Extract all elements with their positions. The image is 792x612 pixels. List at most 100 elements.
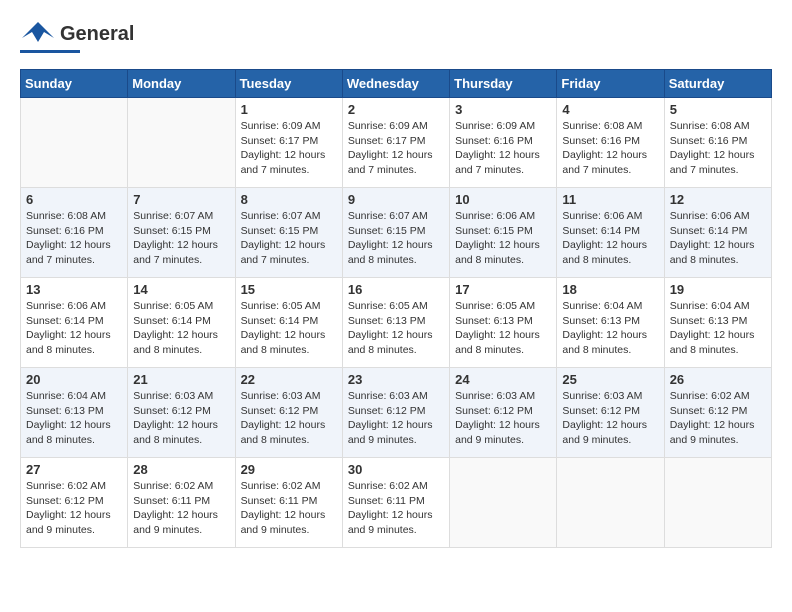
day-detail: Sunrise: 6:08 AM Sunset: 6:16 PM Dayligh… [562, 119, 658, 178]
day-detail: Sunrise: 6:05 AM Sunset: 6:13 PM Dayligh… [348, 299, 444, 358]
calendar-cell: 7 Sunrise: 6:07 AM Sunset: 6:15 PM Daylig… [128, 188, 235, 278]
weekday-header-sunday: Sunday [21, 70, 128, 98]
day-number: 19 [670, 282, 766, 297]
calendar-cell: 13 Sunrise: 6:06 AM Sunset: 6:14 PM Dayli… [21, 278, 128, 368]
day-number: 21 [133, 372, 229, 387]
calendar-cell: 15 Sunrise: 6:05 AM Sunset: 6:14 PM Dayli… [235, 278, 342, 368]
day-detail: Sunrise: 6:06 AM Sunset: 6:14 PM Dayligh… [670, 209, 766, 268]
day-detail: Sunrise: 6:04 AM Sunset: 6:13 PM Dayligh… [26, 389, 122, 448]
calendar-cell: 12 Sunrise: 6:06 AM Sunset: 6:14 PM Dayli… [664, 188, 771, 278]
calendar-cell [128, 98, 235, 188]
calendar-cell: 19 Sunrise: 6:04 AM Sunset: 6:13 PM Dayli… [664, 278, 771, 368]
day-detail: Sunrise: 6:04 AM Sunset: 6:13 PM Dayligh… [670, 299, 766, 358]
day-number: 15 [241, 282, 337, 297]
calendar-week-row: 13 Sunrise: 6:06 AM Sunset: 6:14 PM Dayli… [21, 278, 772, 368]
calendar-cell: 2 Sunrise: 6:09 AM Sunset: 6:17 PM Daylig… [342, 98, 449, 188]
day-detail: Sunrise: 6:02 AM Sunset: 6:12 PM Dayligh… [26, 479, 122, 538]
calendar-cell: 21 Sunrise: 6:03 AM Sunset: 6:12 PM Dayli… [128, 368, 235, 458]
day-number: 30 [348, 462, 444, 477]
day-number: 1 [241, 102, 337, 117]
day-detail: Sunrise: 6:05 AM Sunset: 6:14 PM Dayligh… [133, 299, 229, 358]
weekday-header-wednesday: Wednesday [342, 70, 449, 98]
day-number: 23 [348, 372, 444, 387]
day-number: 2 [348, 102, 444, 117]
day-detail: Sunrise: 6:08 AM Sunset: 6:16 PM Dayligh… [670, 119, 766, 178]
day-number: 13 [26, 282, 122, 297]
calendar-week-row: 20Sunrise: 6:04 AM Sunset: 6:13 PM Dayli… [21, 368, 772, 458]
day-detail: Sunrise: 6:05 AM Sunset: 6:14 PM Dayligh… [241, 299, 337, 358]
calendar-cell: 20Sunrise: 6:04 AM Sunset: 6:13 PM Dayli… [21, 368, 128, 458]
day-detail: Sunrise: 6:03 AM Sunset: 6:12 PM Dayligh… [133, 389, 229, 448]
calendar-cell: 23 Sunrise: 6:03 AM Sunset: 6:12 PM Dayli… [342, 368, 449, 458]
calendar-cell: 25Sunrise: 6:03 AM Sunset: 6:12 PM Dayli… [557, 368, 664, 458]
day-detail: Sunrise: 6:06 AM Sunset: 6:15 PM Dayligh… [455, 209, 551, 268]
day-number: 16 [348, 282, 444, 297]
calendar-cell: 14 Sunrise: 6:05 AM Sunset: 6:14 PM Dayli… [128, 278, 235, 368]
calendar-cell: 11Sunrise: 6:06 AM Sunset: 6:14 PM Dayli… [557, 188, 664, 278]
day-detail: Sunrise: 6:07 AM Sunset: 6:15 PM Dayligh… [241, 209, 337, 268]
calendar-header-row: SundayMondayTuesdayWednesdayThursdayFrid… [21, 70, 772, 98]
day-detail: Sunrise: 6:05 AM Sunset: 6:13 PM Dayligh… [455, 299, 551, 358]
day-number: 28 [133, 462, 229, 477]
day-detail: Sunrise: 6:04 AM Sunset: 6:13 PM Dayligh… [562, 299, 658, 358]
day-detail: Sunrise: 6:07 AM Sunset: 6:15 PM Dayligh… [348, 209, 444, 268]
calendar-cell [664, 458, 771, 548]
day-detail: Sunrise: 6:08 AM Sunset: 6:16 PM Dayligh… [26, 209, 122, 268]
calendar-week-row: 27Sunrise: 6:02 AM Sunset: 6:12 PM Dayli… [21, 458, 772, 548]
weekday-header-saturday: Saturday [664, 70, 771, 98]
calendar-cell: 1 Sunrise: 6:09 AM Sunset: 6:17 PM Daylig… [235, 98, 342, 188]
calendar-cell: 9Sunrise: 6:07 AM Sunset: 6:15 PM Daylig… [342, 188, 449, 278]
weekday-header-friday: Friday [557, 70, 664, 98]
day-number: 18 [562, 282, 658, 297]
day-detail: Sunrise: 6:06 AM Sunset: 6:14 PM Dayligh… [562, 209, 658, 268]
weekday-header-thursday: Thursday [450, 70, 557, 98]
day-number: 10 [455, 192, 551, 207]
day-detail: Sunrise: 6:03 AM Sunset: 6:12 PM Dayligh… [455, 389, 551, 448]
day-number: 8 [241, 192, 337, 207]
day-number: 26 [670, 372, 766, 387]
day-detail: Sunrise: 6:09 AM Sunset: 6:17 PM Dayligh… [241, 119, 337, 178]
day-number: 24 [455, 372, 551, 387]
day-detail: Sunrise: 6:02 AM Sunset: 6:11 PM Dayligh… [133, 479, 229, 538]
day-detail: Sunrise: 6:02 AM Sunset: 6:11 PM Dayligh… [241, 479, 337, 538]
calendar-cell [21, 98, 128, 188]
calendar-cell: 17 Sunrise: 6:05 AM Sunset: 6:13 PM Dayli… [450, 278, 557, 368]
calendar-cell: 3Sunrise: 6:09 AM Sunset: 6:16 PM Daylig… [450, 98, 557, 188]
day-number: 22 [241, 372, 337, 387]
calendar-cell [450, 458, 557, 548]
day-number: 3 [455, 102, 551, 117]
calendar-cell [557, 458, 664, 548]
calendar-cell: 29 Sunrise: 6:02 AM Sunset: 6:11 PM Dayli… [235, 458, 342, 548]
day-number: 29 [241, 462, 337, 477]
day-number: 25 [562, 372, 658, 387]
calendar-week-row: 6Sunrise: 6:08 AM Sunset: 6:16 PM Daylig… [21, 188, 772, 278]
calendar-cell: 27Sunrise: 6:02 AM Sunset: 6:12 PM Dayli… [21, 458, 128, 548]
calendar-cell: 28 Sunrise: 6:02 AM Sunset: 6:11 PM Dayli… [128, 458, 235, 548]
logo-icon [20, 20, 56, 48]
day-number: 4 [562, 102, 658, 117]
page-header: General [20, 20, 772, 53]
day-number: 12 [670, 192, 766, 207]
calendar-cell: 4 Sunrise: 6:08 AM Sunset: 6:16 PM Daylig… [557, 98, 664, 188]
calendar-cell: 26 Sunrise: 6:02 AM Sunset: 6:12 PM Dayli… [664, 368, 771, 458]
day-detail: Sunrise: 6:03 AM Sunset: 6:12 PM Dayligh… [348, 389, 444, 448]
calendar-cell: 6Sunrise: 6:08 AM Sunset: 6:16 PM Daylig… [21, 188, 128, 278]
day-detail: Sunrise: 6:06 AM Sunset: 6:14 PM Dayligh… [26, 299, 122, 358]
day-detail: Sunrise: 6:03 AM Sunset: 6:12 PM Dayligh… [241, 389, 337, 448]
day-detail: Sunrise: 6:09 AM Sunset: 6:17 PM Dayligh… [348, 119, 444, 178]
day-detail: Sunrise: 6:02 AM Sunset: 6:11 PM Dayligh… [348, 479, 444, 538]
day-detail: Sunrise: 6:02 AM Sunset: 6:12 PM Dayligh… [670, 389, 766, 448]
calendar-week-row: 1 Sunrise: 6:09 AM Sunset: 6:17 PM Daylig… [21, 98, 772, 188]
day-detail: Sunrise: 6:07 AM Sunset: 6:15 PM Dayligh… [133, 209, 229, 268]
day-number: 17 [455, 282, 551, 297]
day-number: 14 [133, 282, 229, 297]
day-number: 7 [133, 192, 229, 207]
calendar-cell: 30 Sunrise: 6:02 AM Sunset: 6:11 PM Dayli… [342, 458, 449, 548]
weekday-header-tuesday: Tuesday [235, 70, 342, 98]
calendar-cell: 18 Sunrise: 6:04 AM Sunset: 6:13 PM Dayli… [557, 278, 664, 368]
day-number: 5 [670, 102, 766, 117]
calendar-cell: 10 Sunrise: 6:06 AM Sunset: 6:15 PM Dayli… [450, 188, 557, 278]
logo: General [20, 20, 134, 53]
calendar-cell: 22 Sunrise: 6:03 AM Sunset: 6:12 PM Dayli… [235, 368, 342, 458]
calendar-table: SundayMondayTuesdayWednesdayThursdayFrid… [20, 69, 772, 548]
